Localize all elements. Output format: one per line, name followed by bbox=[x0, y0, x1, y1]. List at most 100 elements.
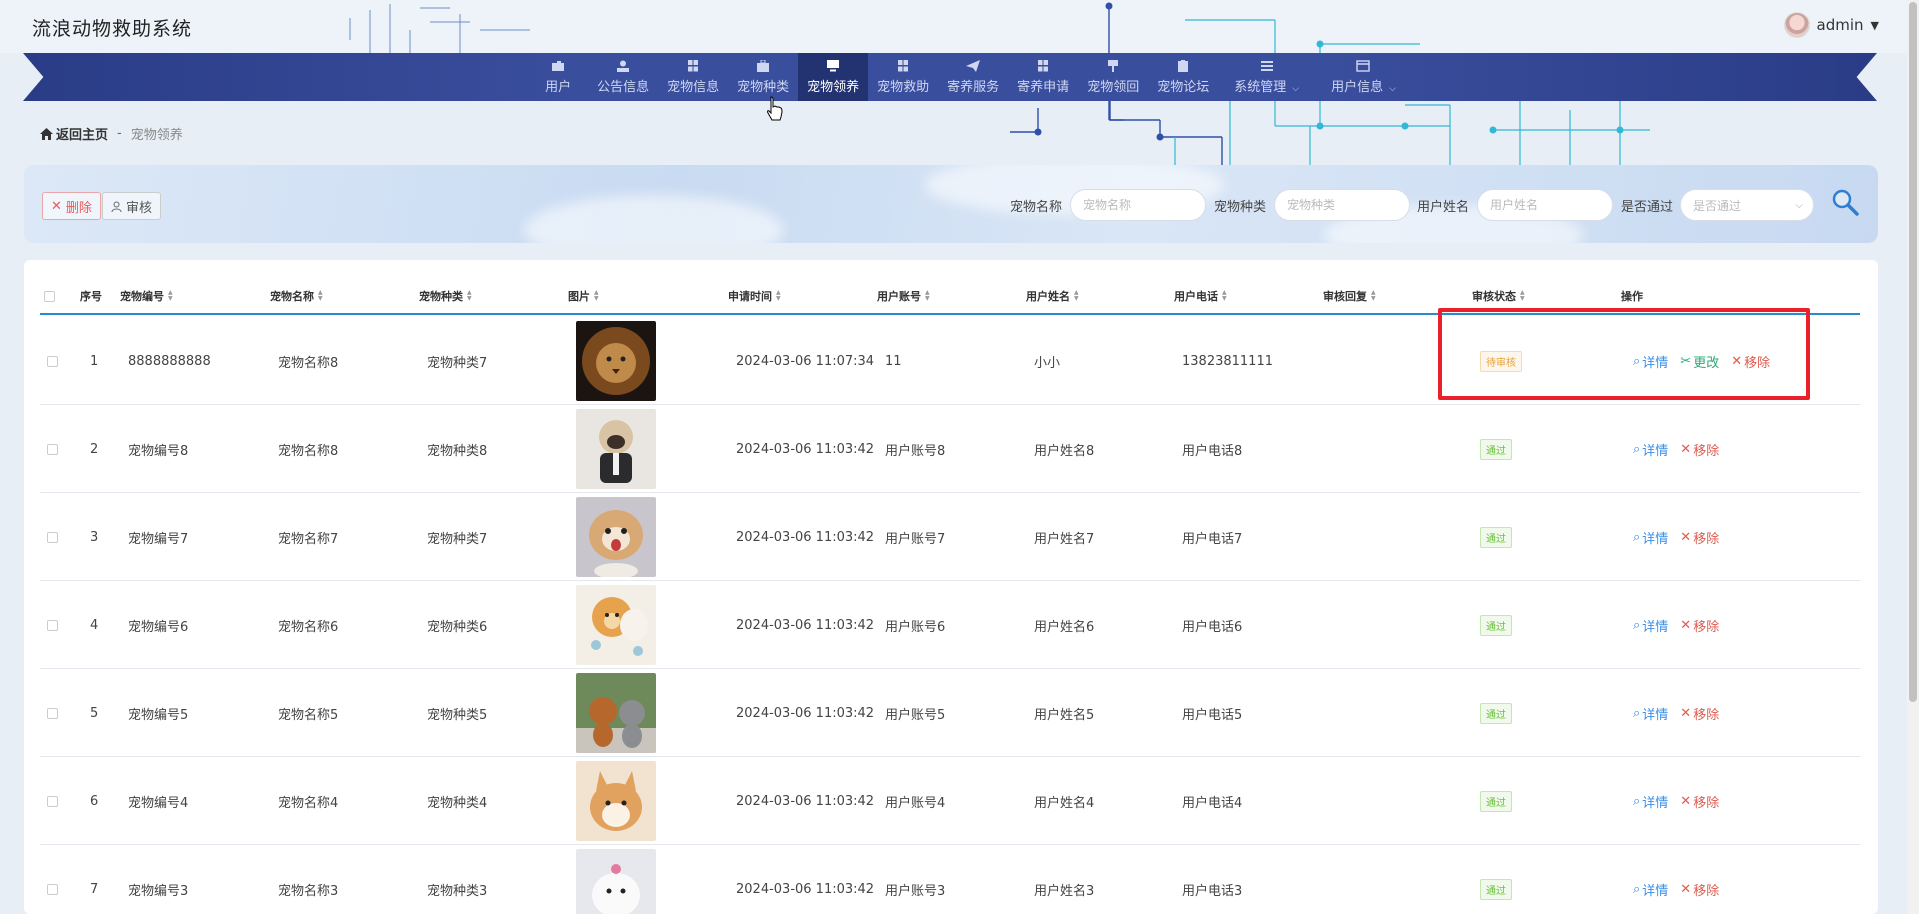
cell-pet-type: 宠物种类7 bbox=[427, 355, 488, 371]
cell-pet-no: 宠物编号6 bbox=[128, 619, 189, 635]
remove-button[interactable]: ✕ 移除 bbox=[1680, 616, 1719, 635]
row-checkbox[interactable] bbox=[47, 581, 58, 669]
cell-time: 2024-03-06 11:03:42 bbox=[736, 529, 875, 545]
cell-time: 2024-03-06 11:07:34 bbox=[736, 353, 875, 369]
pet-name-input[interactable] bbox=[1070, 189, 1206, 221]
edit-button[interactable]: ✂ 更改 bbox=[1680, 352, 1719, 371]
th-actions: 操作 bbox=[1621, 290, 1643, 303]
detail-button[interactable]: ⌕ 详情 bbox=[1633, 528, 1668, 547]
row-checkbox[interactable] bbox=[47, 493, 58, 581]
cell-time: 2024-03-06 11:03:42 bbox=[736, 793, 875, 809]
nav-item-8[interactable]: 宠物领回 bbox=[1078, 53, 1148, 101]
sort-icon: ▲ ▼ bbox=[1371, 289, 1376, 302]
row-checkbox[interactable] bbox=[47, 317, 58, 405]
nav-item-1[interactable]: 公告信息 bbox=[588, 53, 658, 101]
row-checkbox[interactable] bbox=[47, 757, 58, 845]
th-phone[interactable]: 用户电话 ▲ ▼ bbox=[1174, 277, 1227, 315]
table-row[interactable]: 4 宠物编号6 宠物名称6 宠物种类6 2024-03-06 11:03:42 用户账号6… bbox=[40, 581, 1860, 669]
remove-button[interactable]: ✕ 移除 bbox=[1680, 792, 1719, 811]
scroll-thumb[interactable] bbox=[1909, 2, 1917, 702]
nav-item-0[interactable]: 用户 bbox=[528, 53, 588, 101]
page-scrollbar[interactable] bbox=[1907, 0, 1919, 914]
nav-item-2[interactable]: 宠物信息 bbox=[658, 53, 728, 101]
detail-button[interactable]: ⌕ 详情 bbox=[1633, 792, 1668, 811]
table-row[interactable]: 1 8888888888 宠物名称8 宠物种类7 2024-03-06 11:07:34… bbox=[40, 317, 1860, 405]
table-row[interactable]: 2 宠物编号8 宠物名称8 宠物种类8 2024-03-06 11:03:42 用户账号8… bbox=[40, 405, 1860, 493]
th-reply[interactable]: 审核回复 ▲ ▼ bbox=[1323, 277, 1376, 315]
cell-photo bbox=[576, 405, 656, 493]
eye-icon: ⌕ bbox=[1633, 441, 1641, 457]
cell-actions: ⌕ 详情 ✕ 移除 bbox=[1633, 493, 1731, 581]
eye-icon: ⌕ bbox=[1633, 705, 1641, 721]
row-checkbox[interactable] bbox=[47, 669, 58, 757]
nav-item-9[interactable]: 宠物论坛 bbox=[1148, 53, 1218, 101]
remove-button[interactable]: ✕ 移除 bbox=[1680, 704, 1719, 723]
briefcase-icon bbox=[757, 59, 770, 72]
close-icon: ✕ bbox=[1680, 441, 1692, 457]
detail-button[interactable]: ⌕ 详情 bbox=[1633, 352, 1668, 371]
th-status[interactable]: 审核状态 ▲ ▼ bbox=[1472, 277, 1525, 315]
th-apply-time[interactable]: 申请时间 ▲ ▼ bbox=[728, 277, 781, 315]
row-checkbox[interactable] bbox=[47, 405, 58, 493]
detail-button[interactable]: ⌕ 详情 bbox=[1633, 704, 1668, 723]
row-checkbox[interactable] bbox=[47, 845, 58, 914]
breadcrumb-home[interactable]: 返回主页 bbox=[40, 124, 108, 143]
th-pet-name[interactable]: 宠物名称 ▲ ▼ bbox=[270, 277, 323, 315]
approved-select[interactable]: 是否通过 ⌵ bbox=[1680, 189, 1814, 221]
main-nav: 用户 公告信息 宠物信息 宠物种类 宠物领养 宠物救助 寄养服务 寄养申请 宠物… bbox=[23, 53, 1877, 101]
cell-index: 4 bbox=[90, 617, 99, 633]
audit-button-label: 审核 bbox=[126, 200, 153, 216]
delete-button[interactable]: ✕ 删除 bbox=[42, 192, 101, 220]
nav-item-5[interactable]: 宠物救助 bbox=[868, 53, 938, 101]
th-pet-type[interactable]: 宠物种类 ▲ ▼ bbox=[419, 277, 472, 315]
remove-button[interactable]: ✕ 移除 bbox=[1680, 880, 1719, 899]
nav-item-10[interactable]: 系统管理 ⌵ bbox=[1218, 53, 1315, 101]
table-row[interactable]: 5 宠物编号5 宠物名称5 宠物种类5 2024-03-06 11:03:42 用户账号5… bbox=[40, 669, 1860, 757]
detail-button[interactable]: ⌕ 详情 bbox=[1633, 616, 1668, 635]
cell-pet-type: 宠物种类5 bbox=[427, 707, 488, 723]
user-menu[interactable]: admin ▼ bbox=[1783, 12, 1879, 38]
detail-button[interactable]: ⌕ 详情 bbox=[1633, 880, 1668, 899]
remove-button[interactable]: ✕ 移除 bbox=[1680, 440, 1719, 459]
cell-status: 通过 bbox=[1480, 757, 1512, 845]
sort-icon: ▲ ▼ bbox=[168, 289, 173, 302]
breadcrumb: 返回主页 - 宠物领养 bbox=[40, 124, 183, 143]
table-row[interactable]: 6 宠物编号4 宠物名称4 宠物种类4 2024-03-06 11:03:42 用户账号4… bbox=[40, 757, 1860, 845]
cell-time: 2024-03-06 11:03:42 bbox=[736, 705, 875, 721]
th-user-name[interactable]: 用户姓名 ▲ ▼ bbox=[1026, 277, 1079, 315]
close-icon: ✕ bbox=[1680, 529, 1692, 545]
cell-account: 用户账号3 bbox=[885, 883, 946, 899]
nav-item-7[interactable]: 寄养申请 bbox=[1008, 53, 1078, 101]
table-row[interactable]: 7 宠物编号3 宠物名称3 宠物种类3 2024-03-06 11:03:42 用户账号3… bbox=[40, 845, 1860, 914]
remove-button[interactable]: ✕ 移除 bbox=[1680, 528, 1719, 547]
audit-button[interactable]: 审核 bbox=[102, 192, 162, 220]
mouse-pointer-icon bbox=[767, 96, 783, 121]
detail-button[interactable]: ⌕ 详情 bbox=[1633, 440, 1668, 459]
cell-pet-name: 宠物名称3 bbox=[278, 883, 339, 899]
nav-item-4[interactable]: 宠物领养 bbox=[798, 53, 869, 101]
pet-type-input[interactable] bbox=[1274, 189, 1410, 221]
adoption-table: 序号 宠物编号 ▲ ▼ 宠物名称 ▲ ▼ 宠物种类 ▲ ▼ 图片 ▲ ▼ 申请时间 ▲ ▼ 用户账号… bbox=[24, 260, 1878, 914]
cell-pet-name: 宠物名称6 bbox=[278, 619, 339, 635]
status-badge: 通过 bbox=[1480, 614, 1512, 636]
select-all-checkbox[interactable] bbox=[44, 277, 55, 315]
th-pet-no[interactable]: 宠物编号 ▲ ▼ bbox=[120, 277, 173, 315]
remove-button[interactable]: ✕ 移除 bbox=[1731, 352, 1770, 371]
close-icon: ✕ bbox=[1680, 705, 1692, 721]
table-row[interactable]: 3 宠物编号7 宠物名称7 宠物种类7 2024-03-06 11:03:42 用户账号7… bbox=[40, 493, 1860, 581]
user-name-input[interactable] bbox=[1477, 189, 1613, 221]
th-photo[interactable]: 图片 ▲ ▼ bbox=[568, 277, 599, 315]
close-icon: ✕ bbox=[1680, 617, 1692, 633]
nav-item-11[interactable]: 用户信息 ⌵ bbox=[1315, 53, 1412, 101]
search-icon[interactable] bbox=[1830, 187, 1860, 217]
nav-item-3[interactable]: 宠物种类 bbox=[728, 53, 798, 101]
cell-uname: 用户姓名7 bbox=[1034, 531, 1095, 547]
pet-photo bbox=[576, 761, 656, 841]
user-name-label: 用户姓名 bbox=[1417, 200, 1470, 215]
pet-photo bbox=[576, 585, 656, 665]
th-index: 序号 bbox=[80, 290, 102, 303]
nav-item-6[interactable]: 寄养服务 bbox=[938, 53, 1008, 101]
cell-account: 用户账号7 bbox=[885, 531, 946, 547]
th-account[interactable]: 用户账号 ▲ ▼ bbox=[877, 277, 930, 315]
delete-button-label: 删除 bbox=[65, 200, 92, 216]
